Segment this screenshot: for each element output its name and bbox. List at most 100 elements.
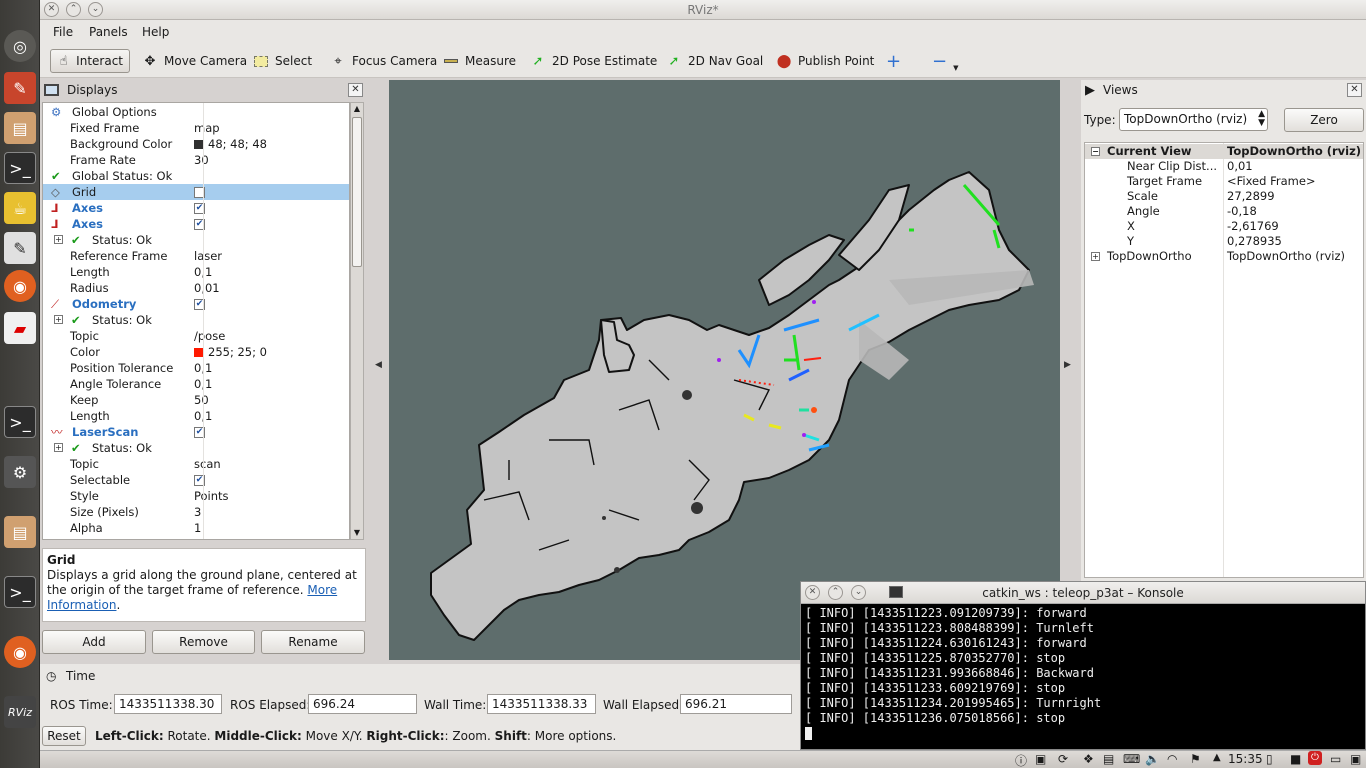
notifications-icon[interactable]: ⚑ (1190, 752, 1201, 766)
konsole-window[interactable]: ✕ ⌃ ⌄ catkin_ws : teleop_p3at – Konsole … (800, 581, 1366, 750)
tool-publish-point[interactable]: ⬤ Publish Point (770, 49, 880, 73)
volume-icon[interactable]: 🔈 (1145, 752, 1160, 766)
tool-select[interactable]: Select (247, 49, 318, 73)
tree-row-radius[interactable]: Radius 0,01 (43, 280, 349, 296)
tree-row-current-view[interactable]: − Current View TopDownOrtho (rviz) (1085, 144, 1363, 159)
tree-row-x[interactable]: X -2,61769 (1085, 219, 1363, 234)
view-type-select[interactable]: TopDownOrtho (rviz) ▲ ▼ (1119, 108, 1268, 131)
add-display-button[interactable]: Add (42, 630, 146, 654)
tree-row-laserscan-status[interactable]: + ✔ Status: Ok (43, 440, 349, 456)
file-manager-icon[interactable]: ▤ (4, 112, 36, 144)
tool-focus-camera[interactable]: ⌖ Focus Camera (324, 49, 443, 73)
expand-icon[interactable]: + (54, 443, 63, 452)
settings-icon[interactable]: ✎ (4, 72, 36, 104)
ros-time-field[interactable]: 1433511338.30 (114, 694, 222, 714)
menu-panels[interactable]: Panels (89, 25, 128, 39)
tree-row-fixed-frame[interactable]: Fixed Frame map (43, 120, 349, 136)
add-tool-button[interactable]: + (880, 49, 907, 73)
zero-view-button[interactable]: Zero (1284, 108, 1364, 132)
battery-icon[interactable]: ▯ (1266, 752, 1273, 766)
remove-tool-button[interactable]: − ▼ (926, 49, 964, 73)
tool-interact[interactable]: ☝ Interact (50, 49, 130, 73)
tree-row-reference-frame[interactable]: Reference Frame laser (43, 248, 349, 264)
tree-row-angle-tolerance[interactable]: Angle Tolerance 0,1 (43, 376, 349, 392)
screen-icon[interactable]: ▭ (1330, 752, 1341, 766)
clipboard-icon[interactable]: ▤ (1103, 752, 1114, 766)
render-viewport[interactable] (389, 80, 1060, 660)
tree-row-global-status[interactable]: ✔ Global Status: Ok (43, 168, 349, 184)
tool-measure[interactable]: Measure (437, 49, 522, 73)
lock-icon[interactable]: ■ (1290, 752, 1301, 766)
tree-row-angle[interactable]: Angle -0,18 (1085, 204, 1363, 219)
tree-row-axes[interactable]: ⅃ Axes ✔ (43, 200, 349, 216)
tool-move-camera[interactable]: ✥ Move Camera (136, 49, 253, 73)
info-icon[interactable]: ⓘ (1015, 752, 1027, 768)
dropbox-icon[interactable]: ❖ (1083, 752, 1094, 766)
power-icon[interactable]: ⏻ (1308, 751, 1322, 765)
scroll-down-icon[interactable]: ▼ (351, 527, 363, 539)
tree-row-odometry[interactable]: ⟋ Odometry ✔ (43, 296, 349, 312)
tree-row-color[interactable]: Color 255; 25; 0 (43, 344, 349, 360)
tree-row-background-color[interactable]: Background Color 48; 48; 48 (43, 136, 349, 152)
package-icon[interactable]: ▣ (1035, 752, 1046, 766)
teapot-icon[interactable]: ☕ (4, 192, 36, 224)
collapse-right-icon[interactable]: ▶ (1064, 360, 1071, 370)
tree-row-axes-status[interactable]: + ✔ Status: Ok (43, 232, 349, 248)
tree-row-alpha[interactable]: Alpha 1 (43, 520, 349, 536)
expand-icon[interactable]: + (54, 315, 63, 324)
ubuntu-dash-icon[interactable]: ◎ (4, 30, 36, 62)
close-views-panel-button[interactable]: ✕ (1347, 83, 1362, 97)
firefox-icon[interactable]: ◉ (4, 636, 36, 668)
keyboard-icon[interactable]: ⌨ (1123, 752, 1140, 766)
collapse-left-icon[interactable]: ◀ (375, 360, 382, 370)
tree-row-topic[interactable]: Topic scan (43, 456, 349, 472)
menu-file[interactable]: File (53, 25, 73, 39)
tree-row-grid[interactable]: ◇ Grid (43, 184, 349, 200)
tree-row-topic[interactable]: Topic /pose (43, 328, 349, 344)
tool-2d-nav-goal[interactable]: ➚ 2D Nav Goal (660, 49, 769, 73)
terminal-icon[interactable]: >_ (4, 152, 36, 184)
file-manager-icon[interactable]: ▤ (4, 516, 36, 548)
tree-row-length[interactable]: Length 0,1 (43, 264, 349, 280)
wall-elapsed-field[interactable]: 696.21 (680, 694, 792, 714)
updates-icon[interactable]: ⟳ (1058, 752, 1068, 766)
tree-row-near-clip[interactable]: Near Clip Dist... 0,01 (1085, 159, 1363, 174)
tree-row-position-tolerance[interactable]: Position Tolerance 0,1 (43, 360, 349, 376)
remove-display-button[interactable]: Remove (152, 630, 255, 654)
tree-row-global-options[interactable]: ⚙ Global Options (43, 104, 349, 120)
firefox-icon[interactable]: ◉ (4, 270, 36, 302)
tree-row-size-pixels[interactable]: Size (Pixels) 3 (43, 504, 349, 520)
display-icon[interactable]: ▣ (1350, 752, 1361, 766)
tree-row-style[interactable]: Style Points (43, 488, 349, 504)
reset-button[interactable]: Reset (42, 726, 86, 746)
tree-row-scale[interactable]: Scale 27,2899 (1085, 189, 1363, 204)
tree-row-target-frame[interactable]: Target Frame <Fixed Frame> (1085, 174, 1363, 189)
tree-row-laserscan[interactable]: 〰 LaserScan ✔ (43, 424, 349, 440)
rename-display-button[interactable]: Rename (261, 630, 365, 654)
expand-tray-icon[interactable]: ▲ (1213, 752, 1221, 763)
network-icon[interactable]: ⚙ (4, 456, 36, 488)
clock-time[interactable]: 15:35 (1228, 752, 1263, 766)
menu-help[interactable]: Help (142, 25, 169, 39)
tree-row-saved-view[interactable]: + TopDownOrtho TopDownOrtho (rviz) (1085, 249, 1363, 264)
expand-icon[interactable]: + (54, 235, 63, 244)
tree-row-selectable[interactable]: Selectable ✔ (43, 472, 349, 488)
collapse-icon[interactable]: − (1091, 147, 1100, 156)
terminal-icon[interactable]: >_ (4, 406, 36, 438)
app-icon[interactable]: ▰ (4, 312, 36, 344)
displays-scrollbar[interactable]: ▲ ▼ (350, 102, 364, 540)
rviz-icon[interactable]: RViz (4, 696, 36, 728)
tree-row-frame-rate[interactable]: Frame Rate 30 (43, 152, 349, 168)
tree-row-y[interactable]: Y 0,278935 (1085, 234, 1363, 249)
ros-elapsed-field[interactable]: 696.24 (308, 694, 417, 714)
scroll-up-icon[interactable]: ▲ (351, 103, 363, 115)
tree-row-length[interactable]: Length 0,1 (43, 408, 349, 424)
tree-row-odometry-status[interactable]: + ✔ Status: Ok (43, 312, 349, 328)
tool-2d-pose-estimate[interactable]: ➚ 2D Pose Estimate (524, 49, 663, 73)
expand-icon[interactable]: + (1091, 252, 1100, 261)
tree-row-keep[interactable]: Keep 50 (43, 392, 349, 408)
tree-row-axes[interactable]: ⅃ Axes ✔ (43, 216, 349, 232)
scrollbar-thumb[interactable] (352, 117, 362, 267)
close-displays-panel-button[interactable]: ✕ (348, 83, 363, 97)
terminal-icon[interactable]: >_ (4, 576, 36, 608)
